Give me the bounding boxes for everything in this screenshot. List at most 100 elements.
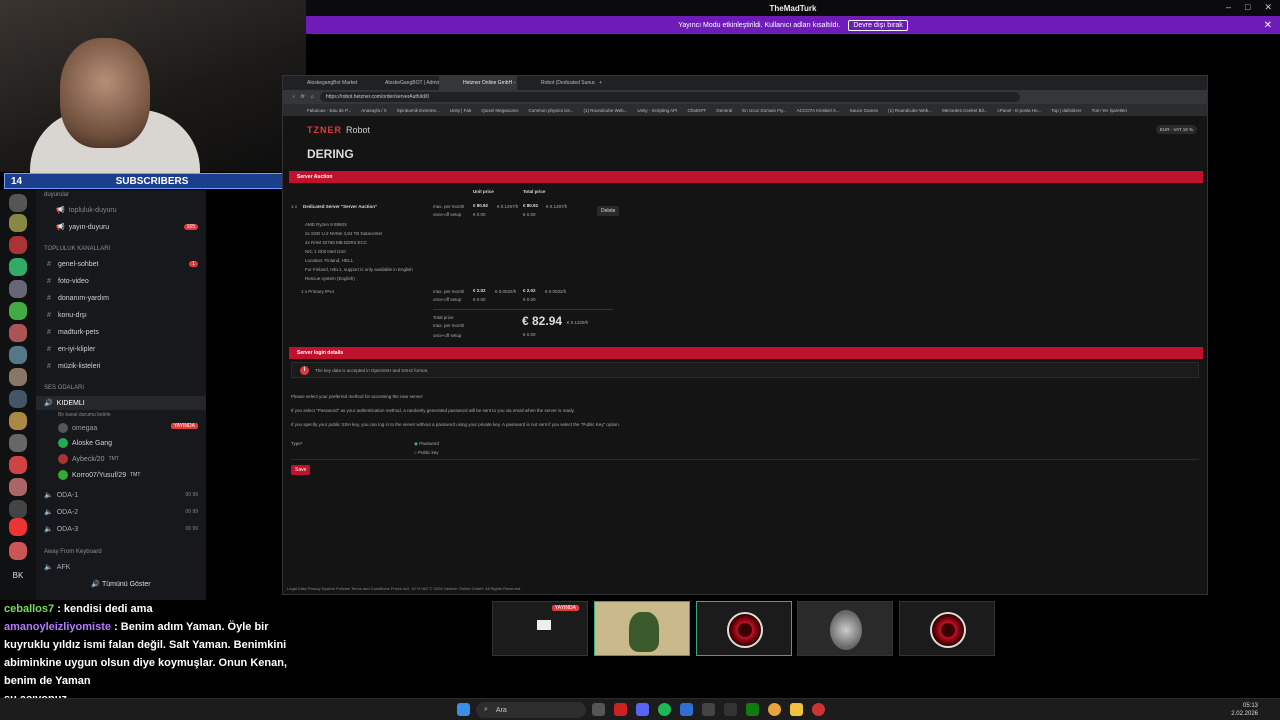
bookmark[interactable]: Anasayfa / X xyxy=(361,108,387,113)
channel-en-iyi-klipler[interactable]: # en-iyi-klipler xyxy=(36,342,206,356)
channel-muzik-listeleri[interactable]: # müzik-listeleri xyxy=(36,359,206,373)
server-icon[interactable] xyxy=(9,518,27,536)
server-initials[interactable]: BK xyxy=(0,567,36,585)
voice-member[interactable]: Korro07/Yusuf/29 TMT xyxy=(36,468,206,482)
bookmark[interactable]: cPanel - E-posta He... xyxy=(997,108,1041,113)
server-icon[interactable] xyxy=(9,302,27,320)
voice-member[interactable]: Aloske Gang xyxy=(36,436,206,450)
browser-tab[interactable]: Robot (Dedicated Sunucu Kira xyxy=(517,76,595,90)
bookmark[interactable]: Sauce Games xyxy=(850,108,879,113)
server-icon[interactable] xyxy=(9,236,27,254)
stream-thumbnail[interactable]: YAYINDA xyxy=(492,601,588,656)
server-icon[interactable] xyxy=(9,456,27,474)
server-icon[interactable] xyxy=(9,478,27,496)
voice-channel-oda-2[interactable]: 🔈 ODA-2 00 99 xyxy=(36,505,206,519)
server-icon[interactable] xyxy=(9,542,27,560)
voice-channel-afk[interactable]: 🔈 AFK xyxy=(36,560,206,574)
server-icon[interactable] xyxy=(9,194,27,212)
channel-genel-sohbet[interactable]: # genel-sohbet 1 xyxy=(36,257,206,271)
obs-icon[interactable] xyxy=(812,703,825,716)
stream-thumbnail[interactable] xyxy=(797,601,893,656)
category-topluluk[interactable]: TOPLULUK KANALLARI xyxy=(44,246,110,252)
delete-button[interactable]: Delete xyxy=(597,206,620,216)
home-icon[interactable]: ⌂ xyxy=(311,94,314,100)
channel-konu-disi[interactable]: # konu-dışı xyxy=(36,308,206,322)
stream-thumbnail[interactable] xyxy=(696,601,792,656)
channel-foto-video[interactable]: # foto-video xyxy=(36,274,206,288)
save-button[interactable]: Save xyxy=(291,465,311,475)
server-icon[interactable] xyxy=(9,346,27,364)
url-field[interactable]: https://robot.hetzner.com/order/serverAu… xyxy=(319,92,1020,102)
server-icon[interactable] xyxy=(9,434,27,452)
bookmark[interactable]: ChatGPT xyxy=(687,108,706,113)
reload-icon[interactable]: ⟳ xyxy=(301,94,305,100)
channel-madturk-pets[interactable]: # madturk-pets xyxy=(36,325,206,339)
vscode-icon[interactable] xyxy=(680,703,693,716)
server-icon[interactable] xyxy=(9,412,27,430)
channel-topluluk-duyuru[interactable]: 📢 topluluk-duyuru xyxy=(36,203,206,217)
hetzner-logo[interactable]: TZNER Robot xyxy=(307,125,370,135)
room-count: 00 xyxy=(185,492,192,498)
discord-icon[interactable] xyxy=(636,703,649,716)
bookmark[interactable]: Quixel Megascans xyxy=(481,108,518,113)
channel-yayin-duyuru[interactable]: 📢 yayın-duyuru 165 xyxy=(36,220,206,234)
voice-member[interactable]: Aybeck/20 TMT xyxy=(36,452,206,466)
minimize-icon[interactable]: – xyxy=(1226,2,1231,13)
category-ses-odalari[interactable]: SES ODALARI xyxy=(44,385,84,391)
disable-streamer-mode-button[interactable]: Devre dışı bırak xyxy=(848,19,908,31)
server-icon[interactable] xyxy=(9,368,27,386)
bookmark[interactable]: Common physics iss... xyxy=(528,108,573,113)
browser-tab[interactable]: AloskegangBot Market xyxy=(283,76,361,90)
voice-channel-oda-1[interactable]: 🔈 ODA-1 00 99 xyxy=(36,488,206,502)
bookmark[interactable]: (1) Roundcube Web... xyxy=(583,108,627,113)
start-icon[interactable] xyxy=(457,703,470,716)
bookmark[interactable]: General xyxy=(716,108,732,113)
back-icon[interactable]: ‹ xyxy=(293,94,295,100)
chrome-icon[interactable] xyxy=(768,703,781,716)
maximize-icon[interactable]: □ xyxy=(1245,2,1250,13)
category-duyurular[interactable]: duyurular xyxy=(44,192,69,198)
channel-donanim-yardim[interactable]: # donanım-yardım xyxy=(36,291,206,305)
server-icon[interactable] xyxy=(9,390,27,408)
category-afk[interactable]: Away From Keyboard xyxy=(44,549,102,555)
bookmark[interactable]: Top | dafinitizer xyxy=(1051,108,1081,113)
server-icon[interactable] xyxy=(9,214,27,232)
bookmark[interactable]: En Ucuz Domain Fiy... xyxy=(742,108,786,113)
xbox-icon[interactable] xyxy=(746,703,759,716)
close-banner-icon[interactable]: ✕ xyxy=(1264,20,1272,31)
bookmark[interactable]: Unity | Fab xyxy=(450,108,472,113)
server-icon[interactable] xyxy=(9,324,27,342)
stream-thumbnail[interactable] xyxy=(899,601,995,656)
bookmark[interactable]: Tüm Yer İşaretleri xyxy=(1092,108,1127,113)
spotify-icon[interactable] xyxy=(658,703,671,716)
server-icon[interactable] xyxy=(9,500,27,518)
bookmark[interactable]: (1) Roundcube Web... xyxy=(888,108,932,113)
bookmark[interactable]: Spiratomik Extreme... xyxy=(397,108,440,113)
bookmark[interactable]: ACCOTA Kılıskiel X... xyxy=(797,108,840,113)
task-view-icon[interactable] xyxy=(592,703,605,716)
stream-thumbnail[interactable] xyxy=(594,601,690,656)
opera-icon[interactable] xyxy=(614,703,627,716)
taskbar-search[interactable]: ⌕ Ara xyxy=(476,702,586,718)
system-clock[interactable]: 05:13 2.02.2026 xyxy=(1231,702,1258,718)
member-tag: TMT xyxy=(108,456,119,462)
currency-selector[interactable]: EUR · VAT 19 % xyxy=(1155,125,1197,134)
browser-tab-active[interactable]: Hetzner Online GmbH - Robot xyxy=(439,76,517,90)
close-icon[interactable]: ✕ xyxy=(1264,2,1272,13)
search-label: Ara xyxy=(495,706,507,714)
server-icon[interactable] xyxy=(9,280,27,298)
server-icon[interactable] xyxy=(9,258,27,276)
channel-status[interactable]: Bir kanal durumu belirle xyxy=(36,408,206,422)
app-icon[interactable] xyxy=(702,703,715,716)
browser-tab[interactable]: AloskeGangBOT | Admin Panel xyxy=(361,76,439,90)
bookmark[interactable]: Unity - Scripting API xyxy=(637,108,677,113)
new-tab-icon[interactable]: + xyxy=(595,76,607,90)
voice-channel-oda-3[interactable]: 🔈 ODA-3 00 99 xyxy=(36,522,206,536)
app-icon[interactable] xyxy=(724,703,737,716)
radio-public-key[interactable]: ○ Public key xyxy=(414,450,439,455)
explorer-icon[interactable] xyxy=(790,703,803,716)
bookmark[interactable]: Mercedes Ceeket Bil... xyxy=(942,108,987,113)
radio-password[interactable]: ◉ Password xyxy=(414,441,439,447)
show-all-button[interactable]: 🔊 Tümünü Göster xyxy=(36,580,206,588)
bookmark[interactable]: Fabulous - Eau de P... xyxy=(307,108,351,113)
